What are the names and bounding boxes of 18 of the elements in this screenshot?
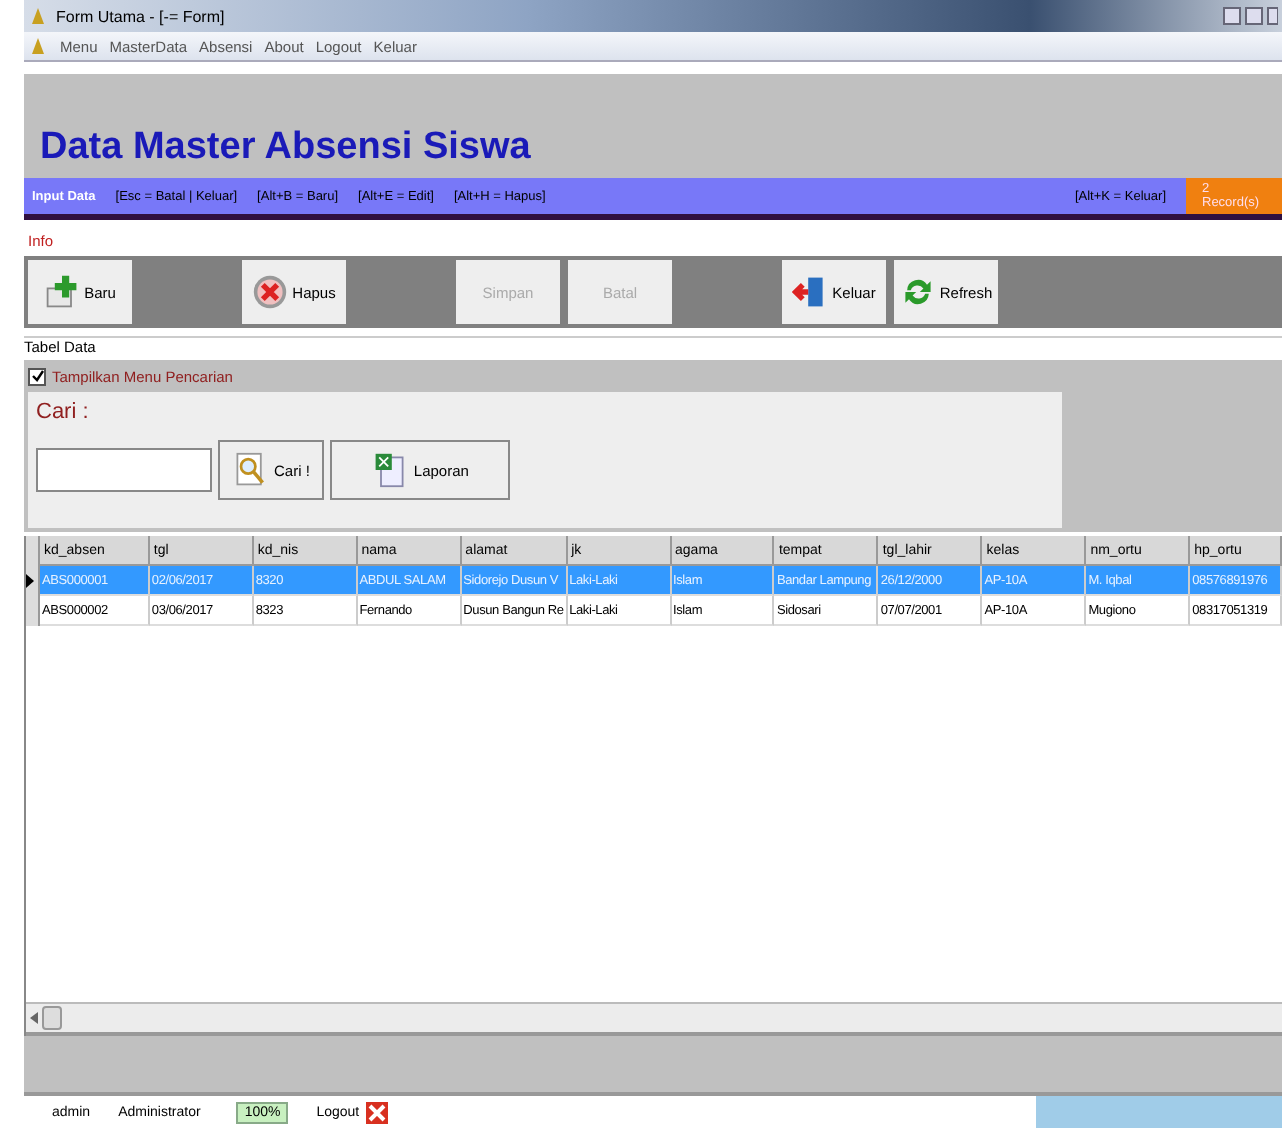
row-pointer-icon [26, 574, 34, 588]
close-icon[interactable] [365, 1101, 388, 1123]
search-field[interactable] [36, 448, 212, 492]
document-plus-icon [44, 274, 81, 310]
scroll-left-arrow-icon[interactable] [30, 1012, 38, 1024]
row-header-corner [26, 536, 40, 566]
window-title: Form Utama - [-= Form] [56, 7, 227, 25]
magnifier-icon [232, 452, 268, 488]
checkbox[interactable] [28, 367, 46, 385]
refresh-icon [899, 274, 936, 310]
horizontal-scrollbar[interactable] [26, 1002, 1282, 1036]
page-title: Data Master Absensi Siswa [40, 126, 531, 170]
window-controls-icon[interactable] [1222, 6, 1278, 26]
search-label: Cari : [36, 400, 91, 424]
scroll-thumb[interactable] [42, 1006, 62, 1030]
door-exit-icon [792, 274, 829, 310]
delete-icon [252, 274, 289, 310]
spreadsheet-icon [371, 452, 408, 488]
